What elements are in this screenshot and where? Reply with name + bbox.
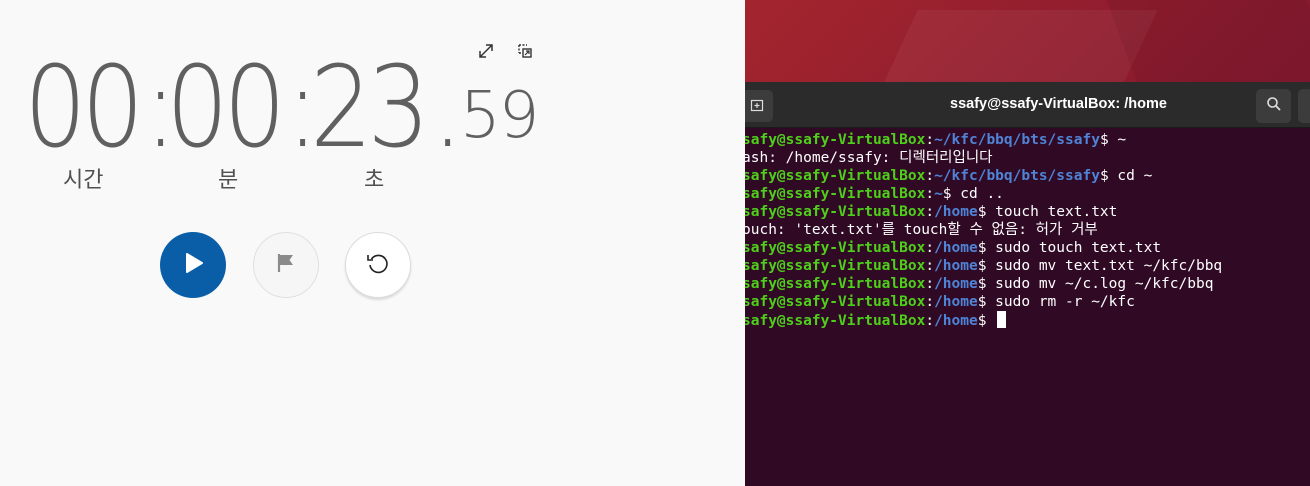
command-text: $ sudo mv ~/c.log ~/kfc/bbq	[977, 276, 1214, 292]
new-tab-icon	[750, 97, 764, 116]
prompt-separator: :	[925, 258, 935, 274]
reset-button[interactable]	[345, 232, 411, 298]
terminal-line: safy@ssafy-VirtualBox:~/kfc/bbq/bts/ssaf…	[745, 167, 1310, 185]
prompt-separator: :	[925, 276, 935, 292]
output-text: ouch: 'text.txt'를 touch할 수 없음: 허가 거부	[745, 222, 1098, 238]
command-text: $ cd ..	[942, 186, 1004, 202]
terminal-header-bar[interactable]: ssafy@ssafy-VirtualBox: /home	[745, 82, 1310, 128]
prompt-path: ~	[934, 186, 943, 202]
new-tab-button[interactable]	[745, 90, 773, 122]
prompt-path: /home	[934, 240, 978, 256]
text-cursor	[997, 311, 1007, 328]
desktop-wallpaper: ssafy@ssafy-VirtualBox: /home safy@ssafy…	[745, 0, 1310, 486]
terminal-line: safy@ssafy-VirtualBox:/home$ sudo rm -r …	[745, 293, 1310, 311]
prompt-path: ~/kfc/bbq/bts/ssafy	[934, 132, 1100, 148]
hundredths-value: 59	[460, 79, 539, 153]
command-text: $	[977, 313, 996, 329]
prompt-path: ~/kfc/bbq/bts/ssafy	[934, 168, 1100, 184]
terminal-line: safy@ssafy-VirtualBox:~/kfc/bbq/bts/ssaf…	[745, 131, 1310, 149]
prompt-user: safy@ssafy-VirtualBox	[745, 258, 926, 274]
prompt-user: safy@ssafy-VirtualBox	[745, 294, 926, 310]
prompt-separator: :	[925, 294, 935, 310]
command-text: $ sudo rm -r ~/kfc	[977, 294, 1135, 310]
command-text: $ touch text.txt	[977, 204, 1118, 220]
terminal-title: ssafy@ssafy-VirtualBox: /home	[950, 96, 1167, 112]
prompt-separator: :	[925, 313, 935, 329]
seconds-label: 초	[364, 168, 385, 193]
terminal-output[interactable]: safy@ssafy-VirtualBox:~/kfc/bbq/bts/ssaf…	[745, 131, 1310, 329]
reset-icon	[365, 250, 391, 280]
decimal-point: .	[432, 43, 463, 173]
prompt-path: /home	[934, 294, 978, 310]
prompt-user: safy@ssafy-VirtualBox	[745, 168, 926, 184]
command-text: $ sudo touch text.txt	[977, 240, 1162, 256]
hours-label: 시간	[63, 168, 104, 193]
prompt-separator: :	[925, 240, 935, 256]
prompt-path: /home	[934, 276, 978, 292]
terminal-line: safy@ssafy-VirtualBox:/home$ sudo mv ~/c…	[745, 275, 1310, 293]
terminal-line: safy@ssafy-VirtualBox:/home$ sudo touch …	[745, 239, 1310, 257]
terminal-line: safy@ssafy-VirtualBox:/home$	[745, 311, 1310, 329]
prompt-user: safy@ssafy-VirtualBox	[745, 186, 926, 202]
prompt-user: safy@ssafy-VirtualBox	[745, 313, 926, 329]
seconds-value: 23	[310, 43, 430, 173]
minutes-label: 분	[218, 168, 239, 193]
terminal-line: safy@ssafy-VirtualBox:~$ cd ..	[745, 185, 1310, 203]
play-button[interactable]	[160, 232, 226, 298]
minutes-value: 00	[166, 43, 286, 173]
terminal-line: safy@ssafy-VirtualBox:/home$ sudo mv tex…	[745, 257, 1310, 275]
command-text: $ sudo mv text.txt ~/kfc/bbq	[977, 258, 1223, 274]
prompt-separator: :	[925, 168, 935, 184]
prompt-path: /home	[934, 313, 978, 329]
terminal-line: safy@ssafy-VirtualBox:/home$ touch text.…	[745, 203, 1310, 221]
prompt-user: safy@ssafy-VirtualBox	[745, 240, 926, 256]
command-text: $ ~	[1099, 132, 1127, 148]
search-icon	[1266, 96, 1282, 116]
hours-value: 00	[24, 43, 144, 173]
terminal-window[interactable]: ssafy@ssafy-VirtualBox: /home safy@ssafy…	[745, 82, 1310, 486]
stopwatch-window: 00 : 00 : 23 . 59 시간 분 초	[0, 0, 745, 486]
prompt-path: /home	[934, 258, 978, 274]
menu-button[interactable]	[1298, 89, 1310, 123]
play-icon	[180, 250, 206, 280]
prompt-user: safy@ssafy-VirtualBox	[745, 132, 926, 148]
prompt-path: /home	[934, 204, 978, 220]
screen: 00 : 00 : 23 . 59 시간 분 초 ssafy@ssafy-Vir…	[0, 0, 1310, 486]
prompt-separator: :	[925, 132, 935, 148]
output-text: ash: /home/ssafy: 디렉터리입니다	[745, 150, 993, 166]
prompt-separator: :	[925, 204, 935, 220]
prompt-user: safy@ssafy-VirtualBox	[745, 276, 926, 292]
prompt-separator: :	[925, 186, 935, 202]
terminal-line: ash: /home/ssafy: 디렉터리입니다	[745, 149, 1310, 167]
search-button[interactable]	[1256, 89, 1291, 123]
elapsed-time-display: 00 : 00 : 23 . 59	[0, 40, 745, 170]
command-text: $ cd ~	[1099, 168, 1153, 184]
lap-button[interactable]	[253, 232, 319, 298]
prompt-user: safy@ssafy-VirtualBox	[745, 204, 926, 220]
terminal-line: ouch: 'text.txt'를 touch할 수 없음: 허가 거부	[745, 221, 1310, 239]
flag-icon	[274, 251, 298, 279]
